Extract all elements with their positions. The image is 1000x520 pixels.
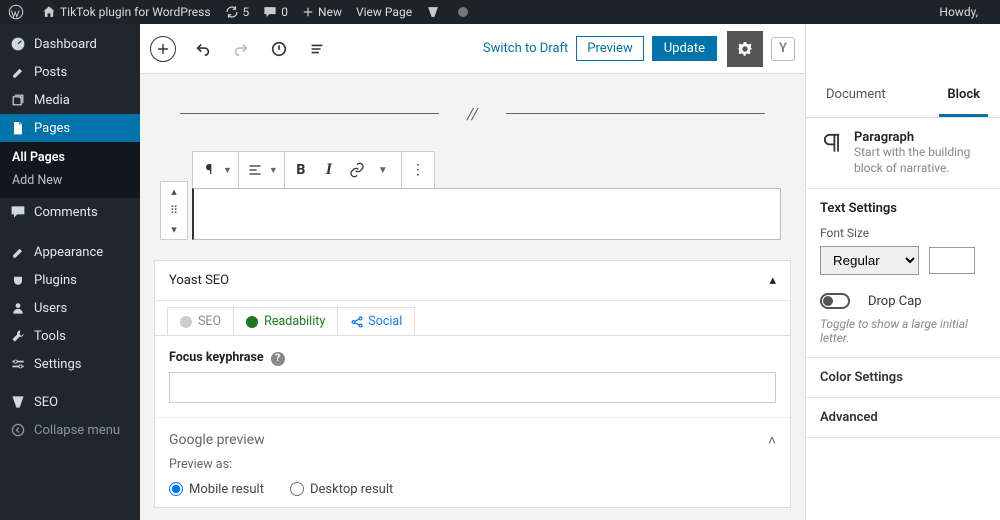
sidebar-item-tools[interactable]: Tools: [0, 322, 140, 350]
content-structure-button[interactable]: [268, 38, 290, 60]
sidebar-sub-add-new[interactable]: Add New: [0, 169, 140, 192]
drag-handle-icon[interactable]: ⠿: [170, 201, 178, 220]
adminbar-view-page[interactable]: View Page: [356, 5, 412, 19]
preview-as-label: Preview as:: [155, 457, 790, 472]
align-button[interactable]: [241, 156, 269, 184]
adminbar-updates[interactable]: 5: [225, 5, 250, 19]
adminbar-yoast-indicator[interactable]: [426, 5, 444, 19]
adminbar-comments[interactable]: 0: [263, 5, 288, 19]
inspector-block-card: Paragraph Start with the building block …: [806, 118, 1000, 189]
more-rich-text-button[interactable]: ▼: [371, 156, 399, 184]
paragraph-input[interactable]: [192, 188, 781, 240]
sidebar-item-dashboard[interactable]: Dashboard: [0, 30, 140, 58]
drop-cap-toggle[interactable]: [820, 293, 850, 309]
sidebar-submenu-pages: All Pages Add New: [0, 142, 140, 198]
sidebar-item-plugins[interactable]: Plugins: [0, 266, 140, 294]
adminbar-wp-logo[interactable]: [8, 4, 28, 20]
separator-block: //: [180, 104, 765, 123]
inspector-block-title: Paragraph: [854, 130, 986, 145]
sidebar-item-posts[interactable]: Posts: [0, 58, 140, 86]
block-more-options-button[interactable]: ⋮: [404, 156, 432, 184]
text-settings-section: Text Settings Font Size Regular Drop Cap…: [806, 189, 1000, 358]
adminbar-howdy[interactable]: Howdy,: [939, 5, 978, 19]
move-up-icon[interactable]: ▴: [171, 182, 177, 201]
yoast-tab-social[interactable]: Social: [337, 307, 415, 335]
yoast-seo-panel: Yoast SEO ▴ SEO Readability Social: [154, 260, 791, 508]
redo-button[interactable]: [230, 38, 252, 60]
editor-header: Switch to Draft Preview Update Y: [140, 24, 805, 74]
preview-button[interactable]: Preview: [576, 36, 643, 61]
switch-to-draft-link[interactable]: Switch to Draft: [483, 41, 568, 56]
editor-main: Switch to Draft Preview Update Y // ▴ ⠿ …: [140, 24, 805, 520]
block-mover[interactable]: ▴ ⠿ ▾: [160, 181, 188, 240]
sidebar-sub-all-pages[interactable]: All Pages: [0, 146, 140, 169]
add-block-button[interactable]: [150, 36, 176, 62]
italic-button[interactable]: I: [315, 156, 343, 184]
paragraph-icon: [820, 130, 844, 156]
yoast-tab-readability[interactable]: Readability: [233, 307, 338, 335]
block-inspector: Document Block Paragraph Start with the …: [805, 24, 1000, 520]
sidebar-item-pages[interactable]: Pages: [0, 114, 140, 142]
inspector-block-desc: Start with the building block of narrati…: [854, 145, 986, 176]
inspector-tabs: Document Block: [806, 73, 1000, 118]
adminbar-site-title: TikTok plugin for WordPress: [60, 5, 211, 19]
yoast-seo-tab-body: Focus keyphrase ?: [155, 335, 790, 417]
sidebar-item-seo[interactable]: SEO: [0, 388, 140, 416]
radio-desktop-result[interactable]: Desktop result: [290, 482, 393, 497]
adminbar-site[interactable]: TikTok plugin for WordPress: [42, 5, 211, 19]
sidebar-item-appearance[interactable]: Appearance: [0, 238, 140, 266]
undo-button[interactable]: [192, 38, 214, 60]
advanced-toggle[interactable]: Advanced: [806, 398, 1000, 438]
transform-block-button[interactable]: ¶: [195, 156, 223, 184]
admin-sidebar: Dashboard Posts Media Pages All Pages Ad…: [0, 24, 140, 520]
sidebar-item-settings[interactable]: Settings: [0, 350, 140, 378]
settings-gear-button[interactable]: [727, 31, 763, 67]
radio-mobile-result[interactable]: Mobile result: [169, 482, 264, 497]
inspector-tab-document[interactable]: Document: [818, 73, 894, 117]
focus-keyphrase-label: Focus keyphrase ?: [169, 350, 285, 365]
font-size-select[interactable]: Regular: [820, 246, 919, 275]
yoast-panel-header[interactable]: Yoast SEO ▴: [155, 261, 790, 301]
focus-keyphrase-input[interactable]: [169, 372, 776, 403]
chevron-up-icon: ▴: [769, 273, 776, 288]
adminbar-dot[interactable]: [458, 7, 468, 17]
color-settings-toggle[interactable]: Color Settings: [806, 358, 1000, 398]
sidebar-collapse[interactable]: Collapse menu: [0, 416, 140, 444]
block-toolbar: ¶▼ ▼ B I ▼ ⋮: [192, 151, 435, 189]
move-down-icon[interactable]: ▾: [171, 220, 177, 239]
block-navigation-button[interactable]: [306, 38, 328, 60]
paragraph-block: ▴ ⠿ ▾ ¶▼ ▼ B I ▼: [164, 151, 781, 240]
sidebar-item-media[interactable]: Media: [0, 86, 140, 114]
yoast-tabs: SEO Readability Social: [155, 301, 790, 335]
help-icon[interactable]: ?: [271, 352, 285, 366]
update-button[interactable]: Update: [652, 36, 717, 61]
inspector-tab-block[interactable]: Block: [939, 73, 988, 117]
custom-font-size-input[interactable]: [929, 247, 975, 274]
link-button[interactable]: [343, 156, 371, 184]
yoast-header-icon[interactable]: Y: [771, 37, 795, 61]
google-preview-toggle[interactable]: Google preview ˄: [155, 417, 790, 457]
yoast-tab-seo[interactable]: SEO: [167, 307, 234, 335]
chevron-up-icon: ˄: [768, 432, 776, 449]
sidebar-item-comments[interactable]: Comments: [0, 198, 140, 226]
adminbar-new[interactable]: New: [302, 5, 342, 19]
adminbar: TikTok plugin for WordPress 5 0 New View…: [0, 0, 1000, 24]
sidebar-item-users[interactable]: Users: [0, 294, 140, 322]
bold-button[interactable]: B: [287, 156, 315, 184]
